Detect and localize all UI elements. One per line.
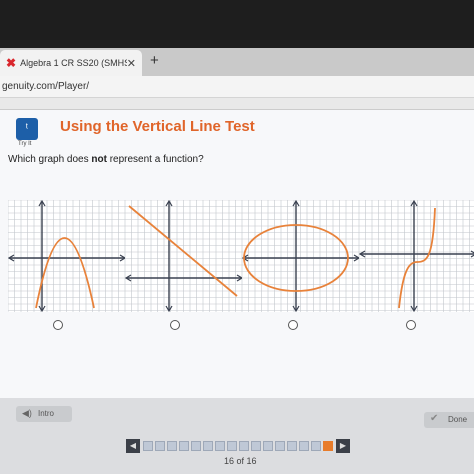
page-box-11[interactable] xyxy=(263,441,273,451)
page-navigation: ◀ ▶ xyxy=(124,438,352,454)
player-footer: ◀) Intro ✔ Done ◀ ▶ 16 of 16 xyxy=(0,398,474,474)
graph-cubic[interactable] xyxy=(359,200,474,312)
page-box-14[interactable] xyxy=(299,441,309,451)
page-box-5[interactable] xyxy=(191,441,201,451)
close-tab-icon[interactable]: ✕ xyxy=(127,57,136,70)
question-emphasis: not xyxy=(91,154,107,165)
answer-graphs xyxy=(0,192,474,330)
page-box-15[interactable] xyxy=(311,441,321,451)
try-it-icon: ᵗ xyxy=(16,118,38,140)
page-box-12[interactable] xyxy=(275,441,285,451)
done-label: Done xyxy=(448,415,468,424)
page-box-3[interactable] xyxy=(167,441,177,451)
graph-background xyxy=(8,200,126,312)
next-page-button[interactable]: ▶ xyxy=(336,439,350,453)
choice-radio-2[interactable] xyxy=(170,320,180,330)
question-text: Which graph does not represent a functio… xyxy=(8,154,204,165)
choice-radio-3[interactable] xyxy=(288,320,298,330)
done-button[interactable]: ✔ Done xyxy=(424,412,474,428)
page-box-8[interactable] xyxy=(227,441,237,451)
graph-ellipse[interactable] xyxy=(242,200,360,312)
browser-tab-bar: ✖ Algebra 1 CR SS20 (SMHS) - Edg ✕ xyxy=(0,48,474,76)
page-box-2[interactable] xyxy=(155,441,165,451)
page-counter: 16 of 16 xyxy=(224,456,257,466)
page-box-4[interactable] xyxy=(179,441,189,451)
screen: ✖ Algebra 1 CR SS20 (SMHS) - Edg ✕ + gen… xyxy=(0,0,474,474)
check-icon: ✔ xyxy=(430,413,439,424)
question-suffix: represent a function? xyxy=(106,154,204,165)
browser-tab[interactable]: ✖ Algebra 1 CR SS20 (SMHS) - Edg ✕ xyxy=(0,50,142,76)
page-box-16[interactable] xyxy=(323,441,333,451)
speaker-icon: ◀) xyxy=(22,408,32,418)
graph-line[interactable] xyxy=(125,200,243,312)
page-toolbar xyxy=(0,98,474,110)
lesson-title: Using the Vertical Line Test xyxy=(60,118,255,135)
prev-page-button[interactable]: ◀ xyxy=(126,439,140,453)
try-it-label: Try It xyxy=(18,141,32,147)
graph-parabola[interactable] xyxy=(8,200,126,312)
question-prefix: Which graph does xyxy=(8,154,92,165)
page-box-9[interactable] xyxy=(239,441,249,451)
graph-background xyxy=(242,200,360,312)
page-box-1[interactable] xyxy=(143,441,153,451)
address-bar[interactable]: genuity.com/Player/ xyxy=(0,76,474,98)
tab-title: Algebra 1 CR SS20 (SMHS) - Edg xyxy=(20,58,127,68)
page-box-13[interactable] xyxy=(287,441,297,451)
choice-radio-1[interactable] xyxy=(53,320,63,330)
intro-label: Intro xyxy=(38,409,55,418)
new-tab-button[interactable]: + xyxy=(150,52,159,69)
page-box-10[interactable] xyxy=(251,441,261,451)
edgenuity-logo-icon: ✖ xyxy=(6,56,17,70)
lesson-page: ᵗ Try It Using the Vertical Line Test Wh… xyxy=(0,110,474,430)
choice-radio-4[interactable] xyxy=(406,320,416,330)
page-box-7[interactable] xyxy=(215,441,225,451)
page-box-6[interactable] xyxy=(203,441,213,451)
intro-button[interactable]: ◀) Intro xyxy=(16,406,72,422)
url-text: genuity.com/Player/ xyxy=(2,81,90,92)
